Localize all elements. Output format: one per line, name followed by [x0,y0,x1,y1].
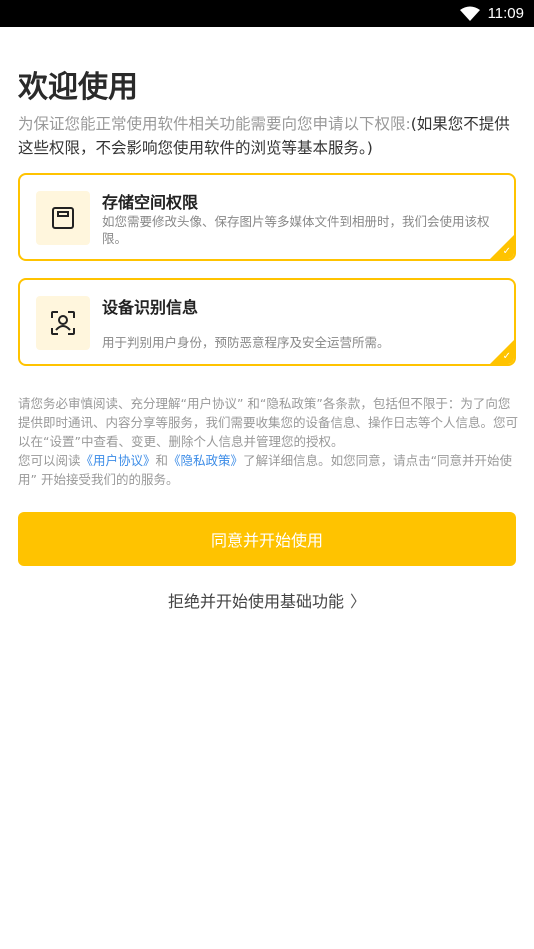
intro-text-gray: 为保证您能正常使用软件相关功能需要向您申请以下权限: [18,115,411,133]
status-time: 11:09 [487,5,524,22]
agreement-prefix: 您可以阅读 [18,453,81,468]
permission-description: 如您需要修改头像、保存图片等多媒体文件到相册时，我们会使用该权限。 [102,214,490,246]
intro-text: 为保证您能正常使用软件相关功能需要向您申请以下权限:(如果您不提供这些权限，不会… [18,112,518,160]
reject-basic-mode-button[interactable]: 拒绝并开始使用基础功能〉 [0,588,534,612]
reject-label: 拒绝并开始使用基础功能 [167,592,344,611]
permission-title: 存储空间权限 [102,193,199,212]
status-bar: 11:09 [0,0,534,27]
agree-and-start-button[interactable]: 同意并开始使用 [18,512,516,566]
status-icons: 11:09 [459,0,524,27]
check-icon: ✓ [502,351,511,362]
agreement-and: 和 [155,453,169,468]
permission-card-storage[interactable]: 存储空间权限 如您需要修改头像、保存图片等多媒体文件到相册时，我们会使用该权限。… [18,173,516,261]
permission-card-device[interactable]: 设备识别信息 用于判别用户身份，预防恶意程序及安全运营所需。 ✓ [18,278,516,366]
face-id-icon [36,296,90,350]
user-agreement-link[interactable]: 《用户协议》 [81,453,156,468]
agreement-paragraph: 请您务必审慎阅读、充分理解“用户协议” 和“隐私政策”各条款，包括但不限于：为了… [18,396,519,449]
agreement-links-paragraph: 您可以阅读《用户协议》和《隐私政策》了解详细信息。如您同意，请点击“同意并开始使… [18,451,518,489]
storage-icon [36,191,90,245]
agreement-text: 请您务必审慎阅读、充分理解“用户协议” 和“隐私政策”各条款，包括但不限于：为了… [18,394,518,489]
privacy-policy-link[interactable]: 《隐私政策》 [168,453,243,468]
permission-description: 用于判别用户身份，预防恶意程序及安全运营所需。 [102,335,390,350]
chevron-right-icon: 〉 [350,592,367,611]
check-icon: ✓ [502,246,511,257]
wifi-icon [459,6,480,21]
permission-title: 设备识别信息 [102,298,199,317]
page-title: 欢迎使用 [18,70,138,105]
